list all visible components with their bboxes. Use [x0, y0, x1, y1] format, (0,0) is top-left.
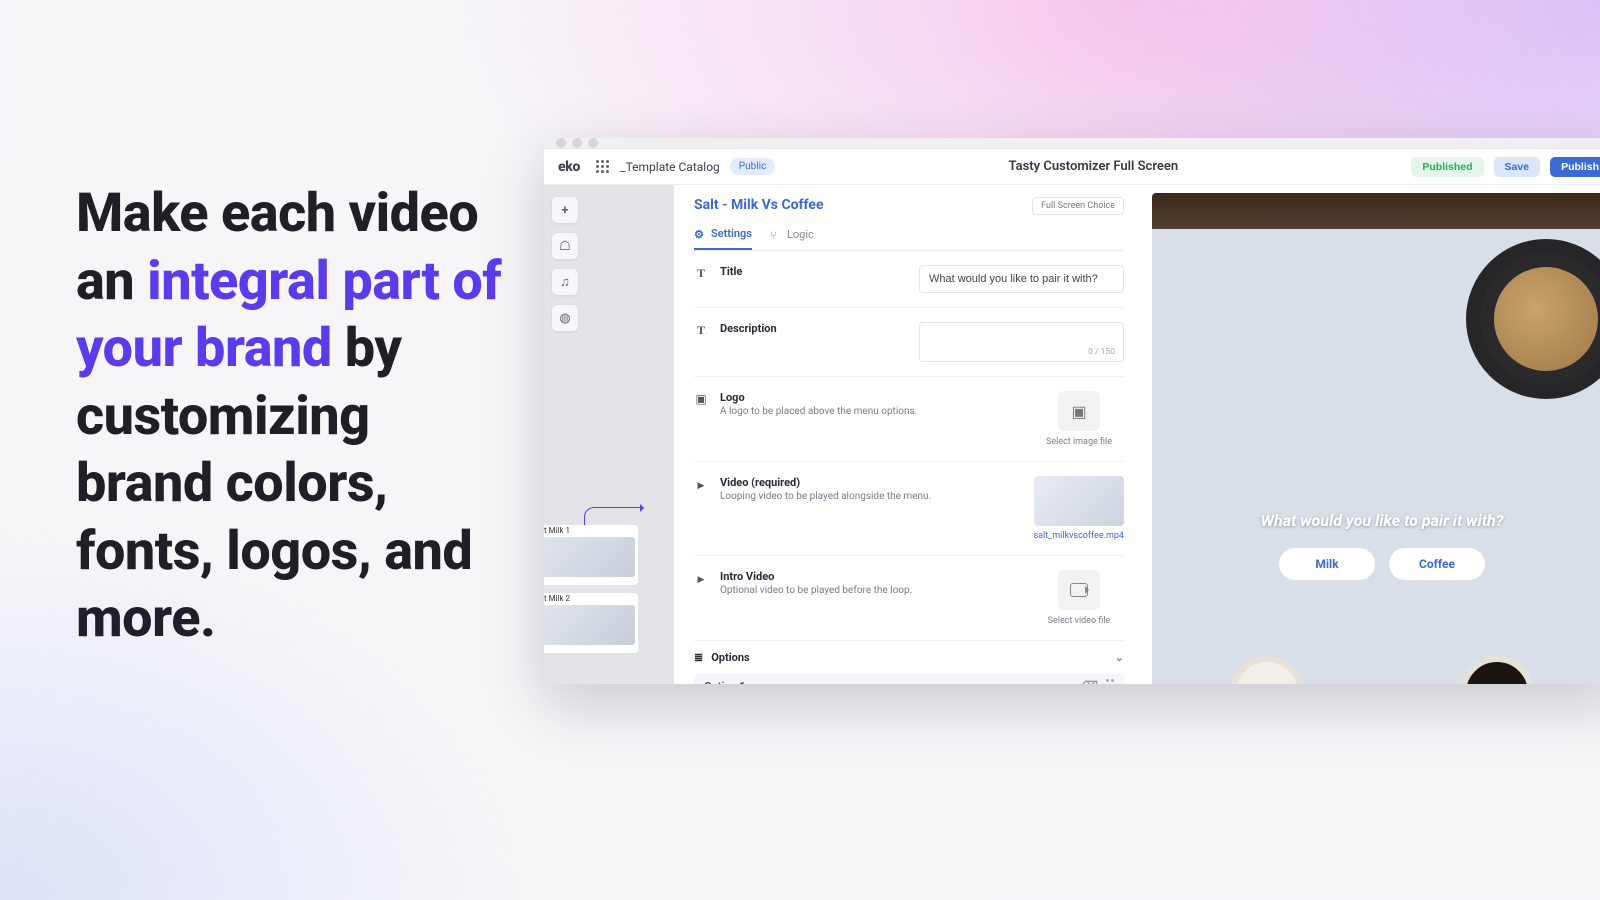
node-thumbnail — [544, 605, 635, 645]
video-filename[interactable]: salt_milkvscoffee.mp4 — [1028, 531, 1124, 541]
canvas-node[interactable]: t Milk 2 — [544, 593, 638, 653]
video-icon — [1070, 583, 1088, 597]
field-title: Title — [694, 251, 1124, 308]
music-tool-button[interactable] — [552, 269, 578, 295]
image-icon — [694, 391, 708, 447]
logo-picker[interactable]: Select image file — [1034, 391, 1124, 447]
chevron-down-icon: ⌄ — [1115, 651, 1124, 664]
grip-icon[interactable] — [596, 160, 610, 174]
publish-button[interactable]: Publish — [1550, 157, 1600, 177]
preview-viewport[interactable]: What would you like to pair it with? Mil… — [1152, 193, 1600, 684]
project-title: Tasty Customizer Full Screen — [785, 159, 1401, 174]
add-node-button[interactable] — [552, 197, 578, 223]
text-icon — [694, 322, 708, 362]
marketing-copy: Make each video an integral part of your… — [76, 180, 514, 653]
traffic-light-max[interactable] — [588, 138, 598, 148]
settings-panel: Salt - Milk Vs Coffee Full Screen Choice… — [674, 185, 1144, 684]
app-window: eko _Template Catalog Public Tasty Custo… — [544, 138, 1600, 684]
canvas-node[interactable]: t Milk 1 — [544, 525, 638, 585]
drag-handle-icon[interactable] — [1106, 679, 1114, 684]
option-card[interactable]: Option 1 — [694, 674, 1124, 684]
list-icon — [694, 651, 703, 664]
app-toolbar: eko _Template Catalog Public Tasty Custo… — [544, 149, 1600, 185]
breadcrumb[interactable]: _Template Catalog — [620, 160, 720, 174]
title-input[interactable] — [919, 265, 1124, 293]
choice-type-badge: Full Screen Choice — [1032, 197, 1124, 215]
video-icon — [694, 476, 708, 541]
preview-pane: What would you like to pair it with? Mil… — [1144, 185, 1600, 684]
milk-cup — [1230, 656, 1304, 684]
app-logo: eko — [558, 159, 580, 175]
save-button[interactable]: Save — [1494, 157, 1541, 177]
preview-question: What would you like to pair it with? — [1260, 511, 1503, 530]
image-icon — [1071, 402, 1086, 421]
text-icon — [694, 265, 708, 293]
intro-video-picker[interactable]: Select video file — [1034, 570, 1124, 626]
gear-icon — [694, 228, 705, 239]
window-titlebar — [544, 138, 1600, 149]
field-video: Video (required) Looping video to be pla… — [694, 462, 1124, 556]
traffic-light-close[interactable] — [556, 138, 566, 148]
marketing-headline: Make each video an integral part of your… — [76, 180, 514, 653]
field-intro-video: Intro Video Optional video to be played … — [694, 556, 1124, 641]
panel-tabs: Settings Logic — [694, 221, 1124, 251]
node-thumbnail — [544, 537, 635, 577]
field-description: Description 0 / 150 — [694, 308, 1124, 377]
coffee-cup — [1460, 656, 1534, 684]
preview-cups — [1152, 656, 1600, 684]
description-input[interactable]: 0 / 150 — [919, 322, 1124, 362]
shield-tool-button[interactable] — [552, 233, 578, 259]
preview-choice-milk[interactable]: Milk — [1279, 548, 1375, 580]
tab-logic[interactable]: Logic — [770, 221, 814, 250]
traffic-light-min[interactable] — [572, 138, 582, 148]
published-badge: Published — [1411, 157, 1483, 177]
preview-choice-coffee[interactable]: Coffee — [1389, 548, 1485, 580]
video-thumbnail[interactable] — [1034, 476, 1124, 526]
tab-settings[interactable]: Settings — [694, 221, 752, 250]
options-section-header[interactable]: Options ⌄ — [694, 641, 1124, 674]
visibility-badge: Public — [730, 158, 776, 175]
canvas-pane[interactable]: t Milk 1 t Milk 2 — [544, 185, 674, 684]
branch-icon — [770, 229, 781, 240]
field-logo: Logo A logo to be placed above the menu … — [694, 377, 1124, 462]
globe-tool-button[interactable] — [552, 305, 578, 331]
delete-option-button[interactable] — [1081, 679, 1098, 684]
video-icon — [694, 570, 708, 626]
node-connector — [584, 507, 644, 525]
